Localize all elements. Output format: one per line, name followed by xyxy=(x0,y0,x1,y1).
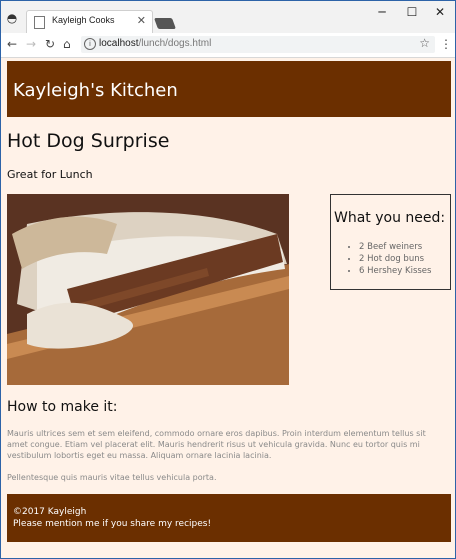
recipe-title: Hot Dog Surprise xyxy=(7,130,170,152)
recipe-photo xyxy=(7,194,289,385)
tab-close-icon[interactable]: ✕ xyxy=(137,14,146,27)
instructions-heading: How to make it: xyxy=(7,399,118,415)
window-close-icon[interactable]: ✕ xyxy=(425,1,455,23)
list-item: 2 Hot dog buns xyxy=(359,253,431,265)
tab-title: Kayleigh Cooks xyxy=(52,15,115,25)
browser-window: ◓ Kayleigh Cooks ✕ ─ ☐ ✕ ← → ↻ ⌂ i local… xyxy=(0,0,456,559)
page-icon xyxy=(34,16,45,29)
minimize-icon[interactable]: ─ xyxy=(367,1,397,23)
instructions-paragraph: Mauris ultrices sem et sem eleifend, com… xyxy=(7,429,426,460)
reload-icon[interactable]: ↻ xyxy=(45,37,55,51)
browser-toolbar: ← → ↻ ⌂ i localhost/lunch/dogs.html ☆ ⋮ xyxy=(1,33,455,58)
menu-dots-icon[interactable]: ⋮ xyxy=(440,37,452,51)
maximize-icon[interactable]: ☐ xyxy=(397,1,427,23)
info-icon[interactable]: i xyxy=(84,38,96,50)
list-item: 6 Hershey Kisses xyxy=(359,265,431,277)
incognito-icon[interactable]: ◓ xyxy=(4,11,20,25)
star-icon[interactable]: ☆ xyxy=(419,36,430,50)
url-text[interactable]: localhost/lunch/dogs.html xyxy=(99,38,211,49)
home-icon[interactable]: ⌂ xyxy=(63,37,71,51)
site-title: Kayleigh's Kitchen xyxy=(13,80,178,101)
recipe-subtitle: Great for Lunch xyxy=(7,168,93,181)
tab-strip: ◓ Kayleigh Cooks ✕ ─ ☐ ✕ xyxy=(1,1,455,34)
list-item: 2 Beef weiners xyxy=(359,241,431,253)
ingredients-box: What you need: 2 Beef weiners 2 Hot dog … xyxy=(330,194,451,290)
ingredients-list: 2 Beef weiners 2 Hot dog buns 6 Hershey … xyxy=(347,241,431,277)
browser-tab[interactable]: Kayleigh Cooks ✕ xyxy=(26,10,153,34)
footer-note: Please mention me if you share my recipe… xyxy=(13,519,212,529)
back-arrow-icon[interactable]: ← xyxy=(7,37,17,51)
instructions-paragraph: Pellentesque quis mauris vitae tellus ve… xyxy=(7,473,217,482)
ingredients-heading: What you need: xyxy=(334,210,446,226)
forward-arrow-icon[interactable]: → xyxy=(26,37,36,51)
page-content: Kayleigh's Kitchen Hot Dog Surprise Grea… xyxy=(1,58,455,558)
copyright-text: ©2017 Kayleigh xyxy=(13,507,87,517)
site-footer: ©2017 Kayleigh Please mention me if you … xyxy=(7,494,451,542)
site-header: Kayleigh's Kitchen xyxy=(7,61,451,117)
address-bar[interactable]: i localhost/lunch/dogs.html ☆ xyxy=(81,36,435,53)
new-tab-button[interactable] xyxy=(153,18,177,29)
